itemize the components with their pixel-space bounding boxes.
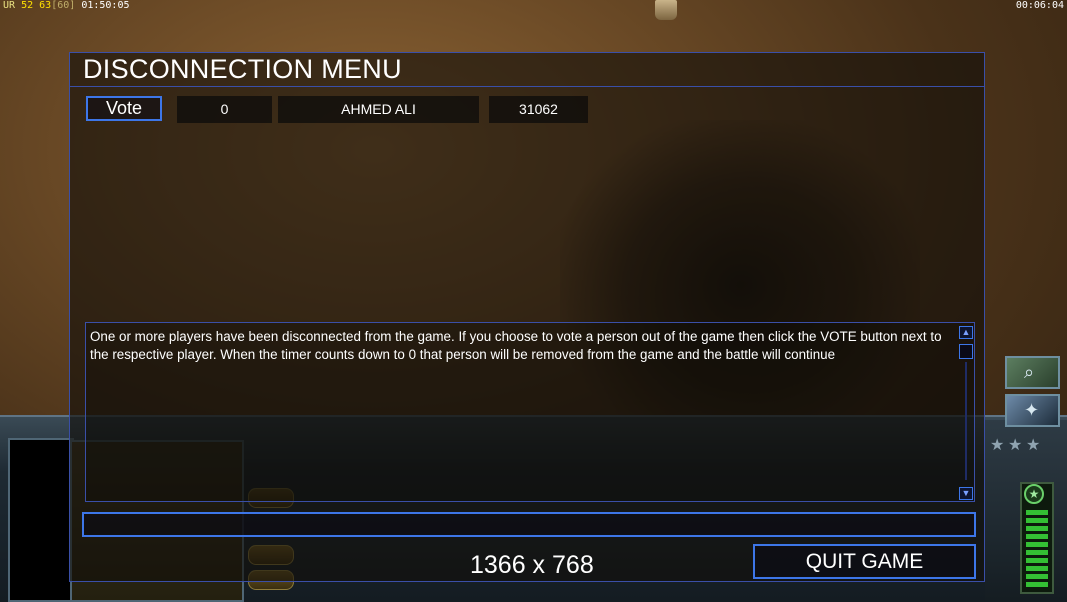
- disconnection-dialog: DISCONNECTION MENU Vote 0 AHMED ALI 3106…: [69, 52, 985, 582]
- chat-input[interactable]: [82, 512, 976, 537]
- scroll-up-icon[interactable]: ▲: [959, 326, 973, 339]
- power-segment: [1026, 534, 1048, 539]
- fps-value-a: 52: [21, 0, 34, 11]
- dialog-title: DISCONNECTION MENU: [83, 54, 402, 84]
- fps-value-b: 63: [39, 0, 52, 11]
- rank-star-icon: ★: [990, 437, 1005, 454]
- minimap[interactable]: [8, 438, 74, 602]
- message-scrollbar[interactable]: ▲ ▼: [959, 326, 973, 500]
- power-segment: [1026, 542, 1048, 547]
- vote-count: 0: [177, 96, 272, 123]
- message-box: One or more players have been disconnect…: [85, 322, 975, 502]
- power-segment: [1026, 574, 1048, 579]
- power-segment: [1026, 510, 1048, 515]
- game-clock: 01:50:05: [81, 0, 130, 11]
- scroll-thumb[interactable]: [959, 344, 973, 359]
- overlay-prefix: UR: [3, 0, 16, 11]
- power-segment: [1026, 558, 1048, 563]
- power-segment: [1026, 566, 1048, 571]
- rank-star-icon: ★: [1026, 437, 1041, 454]
- player-name: AHMED ALI: [278, 96, 479, 123]
- resolution-label: 1366 x 768: [470, 551, 594, 579]
- fps-cap: [60]: [51, 0, 76, 11]
- satellite-icon[interactable]: ✦: [1005, 394, 1060, 427]
- message-text: One or more players have been disconnect…: [90, 329, 942, 362]
- power-segment: [1026, 518, 1048, 523]
- magnifier-icon[interactable]: ⌕: [1005, 356, 1060, 389]
- debug-overlay: UR 52 63[60] 01:50:05: [3, 0, 130, 11]
- power-segment: [1026, 582, 1048, 587]
- scroll-down-icon[interactable]: ▼: [959, 487, 973, 500]
- power-segment: [1026, 526, 1048, 531]
- session-timer: 00:06:04: [1015, 0, 1064, 11]
- faction-emblem-icon: ★: [1024, 484, 1044, 504]
- rank-star-icon: ★: [1008, 437, 1023, 454]
- building-structure: [655, 0, 677, 20]
- player-ping: 31062: [489, 96, 588, 123]
- vote-button[interactable]: Vote: [86, 96, 162, 121]
- scroll-track[interactable]: [965, 362, 967, 480]
- title-divider: [70, 86, 984, 87]
- power-segment: [1026, 550, 1048, 555]
- quit-game-button[interactable]: QUIT GAME: [753, 544, 976, 579]
